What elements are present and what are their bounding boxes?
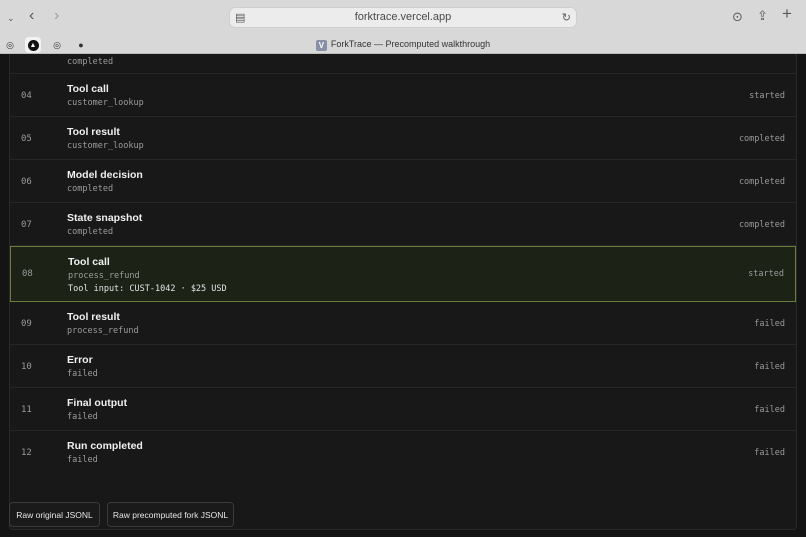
event-title: Tool call	[67, 83, 109, 95]
event-status: started	[748, 269, 784, 279]
event-status: completed	[739, 54, 785, 55]
event-subtitle: customer_lookup	[67, 98, 144, 108]
event-row[interactable]: 10 Error failed failed	[10, 345, 796, 388]
new-tab-plus-icon[interactable]: +	[782, 5, 792, 22]
tab-title: ForkTrace — Precomputed walkthrough	[330, 39, 491, 49]
event-list: 03 completed completed 04 Tool call cust…	[9, 54, 797, 530]
browser-chrome: ⌄ ‹ › ▤ forktrace.vercel.app ↻ ⊙ ⇪ + ◎ ▲…	[0, 0, 806, 54]
tab-favicon-icon: V	[315, 40, 327, 51]
event-row[interactable]: 12 Run completed failed failed	[10, 431, 796, 474]
event-title: Final output	[67, 397, 128, 409]
event-status: failed	[754, 319, 785, 329]
event-number: 06	[21, 177, 32, 187]
tab-bar: ◎ ▲ ◎ ● V ForkTrace — Precomputed walkthr…	[0, 34, 806, 54]
event-row[interactable]: 07 State snapshot completed completed	[10, 203, 796, 246]
event-title: Run completed	[67, 440, 143, 452]
tab-overview-chevron-icon[interactable]: ⌄	[7, 11, 15, 25]
event-row[interactable]: 05 Tool result customer_lookup completed	[10, 117, 796, 160]
forward-icon[interactable]: ›	[54, 8, 59, 24]
event-number: 07	[21, 220, 32, 230]
share-icon[interactable]: ⇪	[757, 9, 768, 23]
event-status: failed	[754, 362, 785, 372]
event-row[interactable]: 06 Model decision completed completed	[10, 160, 796, 203]
event-subtitle: failed	[67, 455, 98, 465]
event-subtitle: process_refund	[68, 271, 140, 281]
url-text: forktrace.vercel.app	[354, 11, 452, 23]
event-status: started	[749, 91, 785, 101]
active-tab[interactable]: V ForkTrace — Precomputed walkthrough	[0, 39, 806, 51]
reload-icon[interactable]: ↻	[562, 11, 571, 25]
event-number: 10	[21, 362, 32, 372]
event-number: 11	[21, 405, 32, 415]
event-title: Tool result	[67, 126, 120, 138]
event-row[interactable]: 03 completed completed	[10, 54, 796, 74]
raw-precomputed-fork-jsonl-button[interactable]: Raw precomputed fork JSONL	[107, 502, 234, 527]
event-title: Tool call	[68, 256, 110, 268]
event-title: Error	[67, 354, 93, 366]
event-number: 05	[21, 134, 32, 144]
event-row-selected[interactable]: 08 Tool call process_refund Tool input: …	[10, 246, 796, 302]
downloads-icon[interactable]: ⊙	[732, 10, 743, 24]
page-content: 03 completed completed 04 Tool call cust…	[0, 54, 806, 537]
event-title: State snapshot	[67, 212, 143, 224]
event-title: Tool result	[67, 311, 120, 323]
event-number: 08	[22, 269, 33, 279]
event-subtitle: process_refund	[67, 326, 139, 336]
event-number: 12	[21, 448, 32, 458]
event-status: failed	[754, 405, 785, 415]
event-subtitle: failed	[67, 369, 98, 379]
event-subtitle: completed	[67, 184, 114, 194]
event-status: completed	[738, 177, 785, 187]
event-number: 03	[21, 54, 32, 55]
event-row[interactable]: 04 Tool call customer_lookup started	[10, 74, 796, 117]
event-row[interactable]: 09 Tool result process_refund failed	[10, 302, 796, 345]
address-bar[interactable]: ▤ forktrace.vercel.app ↻	[229, 7, 577, 28]
event-status: completed	[738, 220, 785, 230]
event-subtitle: completed	[67, 57, 114, 67]
event-title: Model decision	[67, 169, 143, 181]
browser-toolbar: ⌄ ‹ › ▤ forktrace.vercel.app ↻ ⊙ ⇪ +	[0, 0, 806, 34]
event-subtitle: failed	[67, 412, 98, 422]
event-row[interactable]: 11 Final output failed failed	[10, 388, 796, 431]
event-status: failed	[754, 448, 785, 458]
event-status: completed	[738, 134, 785, 144]
event-number: 09	[21, 319, 32, 329]
event-subtitle: completed	[67, 227, 114, 237]
tool-input-text: Tool input: CUST-1042 · $25 USD	[68, 284, 227, 294]
event-subtitle: customer_lookup	[67, 141, 144, 151]
raw-original-jsonl-button[interactable]: Raw original JSONL	[9, 502, 100, 527]
event-number: 04	[21, 91, 32, 101]
back-icon[interactable]: ‹	[29, 8, 34, 24]
